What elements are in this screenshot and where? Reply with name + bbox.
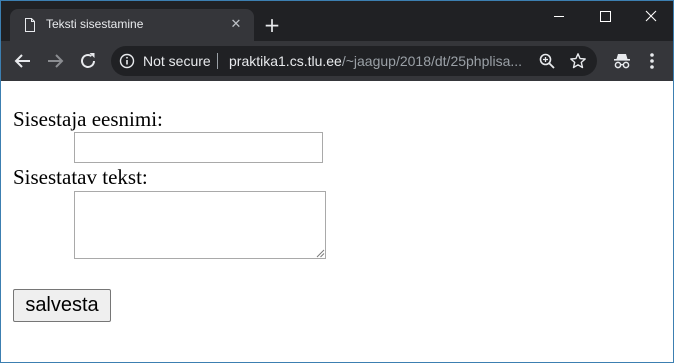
save-button[interactable]: salvesta — [13, 289, 111, 322]
new-tab-button[interactable]: + — [262, 15, 282, 35]
reload-icon[interactable] — [76, 49, 100, 73]
text-textarea[interactable] — [74, 191, 326, 259]
url-host: praktika1.cs.tlu.ee — [229, 53, 342, 69]
tab-teksti-sisestamine[interactable]: Teksti sisestamine ✕ — [10, 9, 254, 41]
document-icon — [25, 18, 35, 32]
kebab-menu-icon[interactable] — [643, 50, 661, 72]
browser-toolbar: Not secure praktika1.cs.tlu.ee/~jaagup/2… — [1, 41, 673, 81]
zoom-icon[interactable] — [538, 52, 556, 70]
tab-title: Teksti sisestamine — [46, 17, 144, 31]
address-bar[interactable]: Not secure praktika1.cs.tlu.ee/~jaagup/2… — [111, 46, 597, 76]
maximize-icon[interactable] — [582, 1, 628, 31]
window-close-icon[interactable] — [628, 1, 674, 31]
back-arrow-icon[interactable] — [11, 49, 35, 73]
info-icon[interactable] — [119, 53, 135, 69]
incognito-icon[interactable] — [611, 50, 633, 72]
name-label: Sisestaja eesnimi: — [13, 107, 163, 131]
page-content: Sisestaja eesnimi: Sisestatav tekst: sal… — [1, 81, 673, 362]
tab-strip: Teksti sisestamine ✕ + — [1, 1, 673, 41]
bookmark-star-icon[interactable] — [569, 52, 587, 70]
security-label: Not secure — [143, 53, 211, 69]
url-text[interactable]: praktika1.cs.tlu.ee/~jaagup/2018/dt/25ph… — [229, 53, 527, 69]
forward-arrow-icon[interactable] — [43, 49, 67, 73]
omnibox-divider — [217, 53, 218, 69]
browser-window: Teksti sisestamine ✕ + Not secure prakti… — [0, 0, 674, 363]
text-label: Sisestatav tekst: — [13, 165, 148, 189]
tab-close-icon[interactable]: ✕ — [227, 16, 245, 34]
minimize-icon[interactable] — [536, 1, 582, 31]
url-path: /~jaagup/2018/dt/25phplisa... — [341, 53, 523, 69]
name-input[interactable] — [74, 132, 323, 163]
